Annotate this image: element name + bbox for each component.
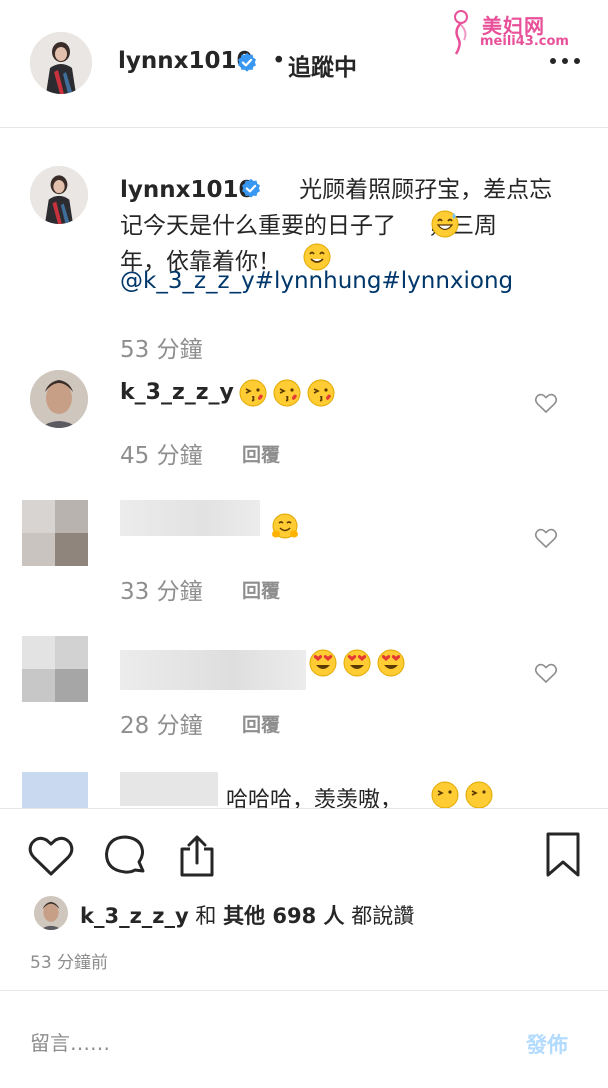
comment-emoji-row [430,780,500,808]
post-comment-button[interactable]: 發佈 [526,1029,568,1059]
caption-author[interactable]: lynnx1010 [120,177,254,203]
blurred-username [120,500,260,536]
like-comment-heart-icon[interactable] [534,662,558,684]
comment-username[interactable]: k_3_z_z_y [120,380,234,405]
author-avatar[interactable] [30,32,92,94]
watermark-url: meili43.com [480,34,569,49]
blurred-avatar[interactable] [22,500,88,566]
kiss-heart-emoji [307,379,335,407]
caption-tags[interactable]: @k_3_z_z_y#lynnhung#lynnxiong [120,268,513,294]
post-caption: lynnx1010 光顾着照顾孖宝，差点忘 记今天是什么重要的日子了 ，三周 年，… [120,172,560,280]
heart-eyes-emoji [377,649,405,677]
following-button[interactable]: 追蹤中 [288,48,357,82]
likes-summary[interactable]: k_3_z_z_y 和 其他 698 人 都說讚 [80,900,414,930]
liker-avatar[interactable] [34,896,68,930]
caption-text-line2: 记今天是什么重要的日子了 [120,213,396,239]
post-timestamp: 53 分鐘前 [30,953,109,973]
blurred-username [120,772,218,806]
share-icon[interactable] [176,833,218,879]
reply-button[interactable]: 回覆 [242,440,280,467]
reply-button[interactable]: 回覆 [242,710,280,737]
caption-verified-badge-icon [242,178,260,198]
watermark-logo-icon [454,10,468,55]
hug-emoji [272,513,298,539]
comment-input[interactable] [30,1027,490,1059]
comment-time: 45 分鐘 [120,443,203,469]
kiss-heart-emoji [465,781,493,808]
likes-suffix: 都說讚 [351,904,415,928]
comment-input-row: 發佈 [0,990,608,1088]
likes-and: 和 [195,904,217,928]
bookmark-icon[interactable] [544,831,582,879]
heart-icon[interactable] [28,835,74,877]
caption-author-avatar[interactable] [30,166,88,224]
heart-eyes-emoji [343,649,371,677]
verified-badge-icon [238,52,256,72]
like-comment-heart-icon[interactable] [534,527,558,549]
more-horizontal-icon[interactable] [550,58,582,66]
caption-text-line1: 光顾着照顾孖宝，差点忘 [299,177,553,203]
comment-icon[interactable] [102,833,148,879]
blurred-avatar[interactable] [22,636,88,702]
comment-text: 哈哈哈，羡羡嗷， [226,788,403,808]
site-watermark: 美妇网 meili43.com [444,8,594,56]
blurred-avatar[interactable] [22,772,88,808]
commenter-avatar[interactable] [30,370,88,428]
kiss-heart-emoji [273,379,301,407]
reply-button[interactable]: 回覆 [242,576,280,603]
header-separator: • [272,48,286,74]
grinning-sweat-emoji [431,210,459,238]
kiss-heart-emoji [431,781,459,808]
liker-username[interactable]: k_3_z_z_y [80,904,189,928]
heart-eyes-emoji [309,649,337,677]
comment-time: 33 分鐘 [120,579,203,605]
comment-time: 28 分鐘 [120,713,203,739]
like-comment-heart-icon[interactable] [534,392,558,414]
likes-others-count[interactable]: 其他 698 人 [223,904,344,928]
header-username[interactable]: lynnx1010 [118,48,252,74]
kiss-heart-emoji [239,379,267,407]
blurred-username [120,650,306,690]
instagram-post-page: lynnx1010 • 追蹤中 美妇网 meili43.com lynnx101… [0,0,608,1088]
post-time: 53 分鐘 [120,337,203,363]
